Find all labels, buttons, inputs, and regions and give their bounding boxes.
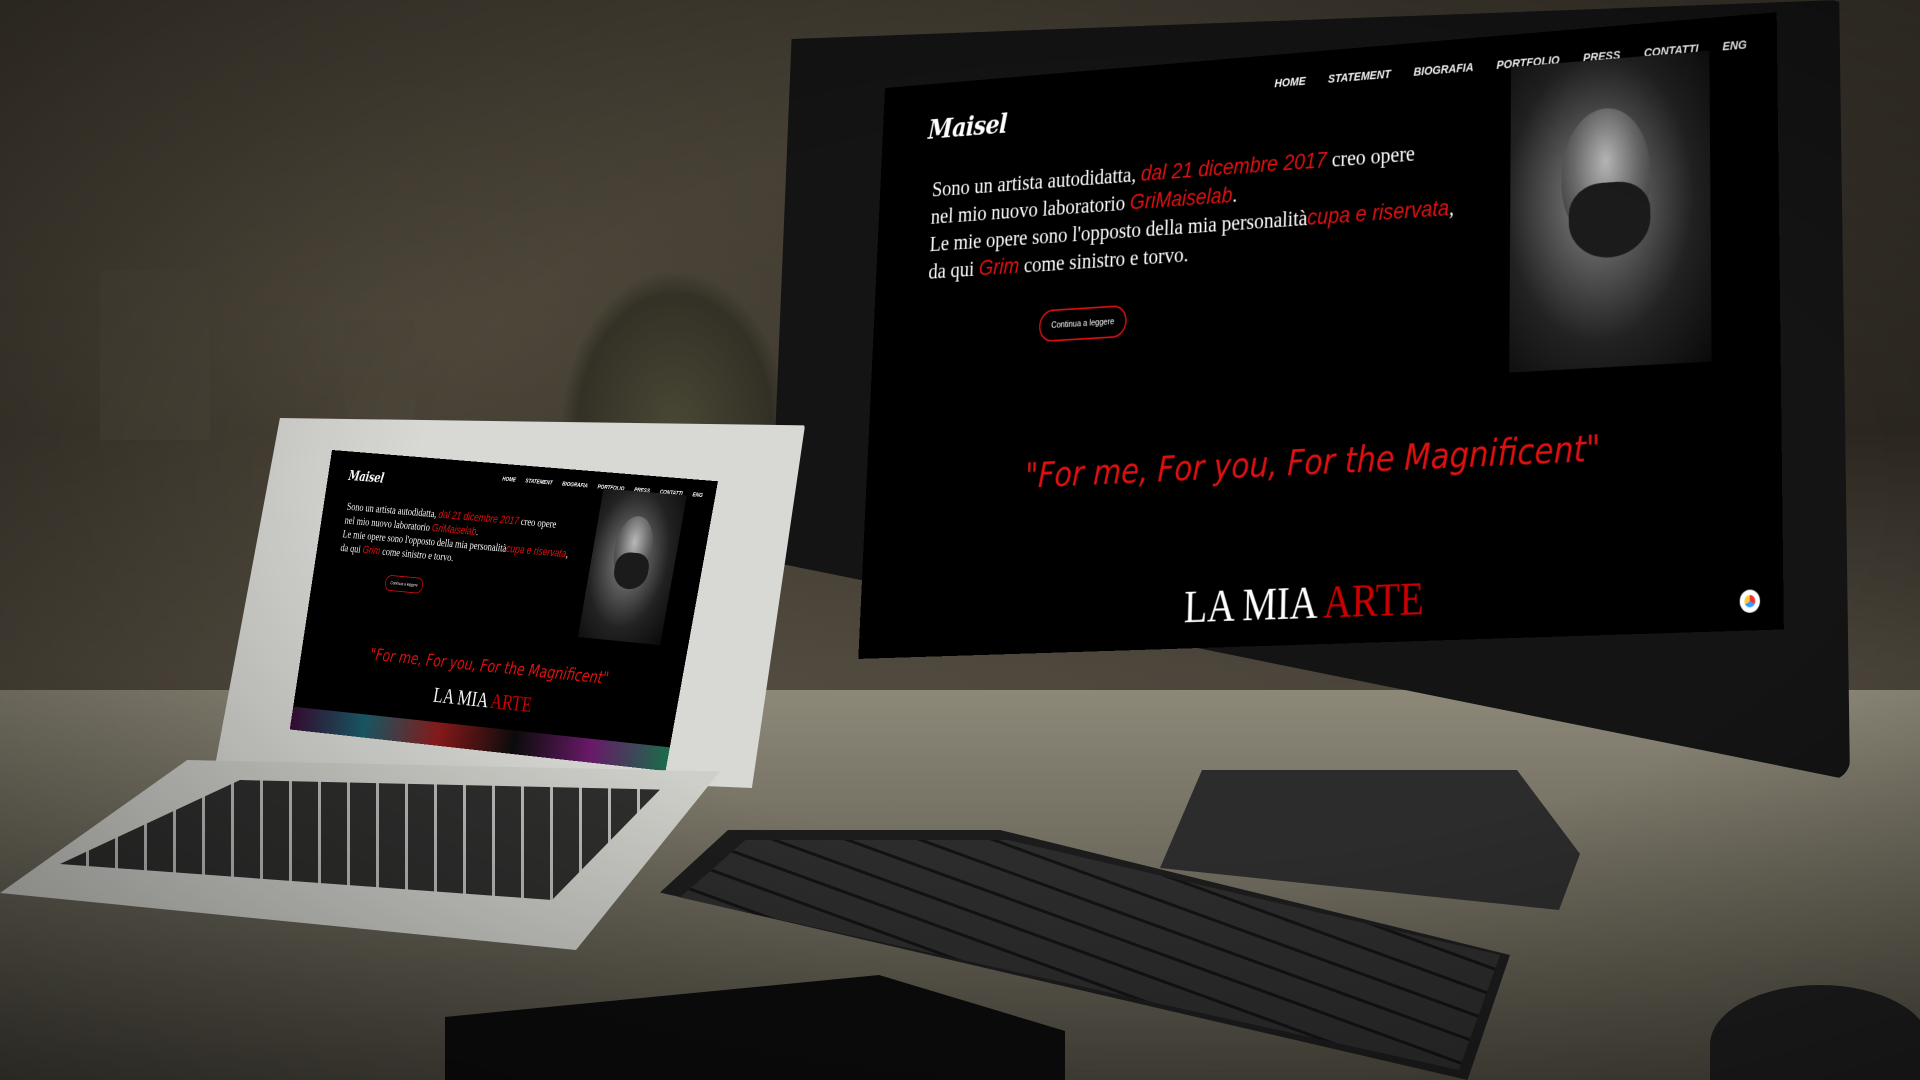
- intro-highlight: Grim: [361, 543, 382, 557]
- tagline-quote: "For me, For you, For the Magnificent": [1024, 427, 1601, 496]
- section-title-highlight: ARTE: [488, 688, 534, 717]
- nav-home[interactable]: HOME: [1274, 74, 1306, 90]
- intro-highlight: Grim: [978, 252, 1020, 281]
- portrait-beard: [1568, 179, 1651, 261]
- section-title: LA MIA ARTE: [859, 558, 1784, 644]
- nav-home[interactable]: HOME: [502, 475, 517, 483]
- section-title-part: LA MIA: [1183, 576, 1324, 633]
- intro-text: Sono un artista autodidatta, dal 21 dice…: [928, 133, 1496, 286]
- monitor-screen: HOME STATEMENT BIOGRAFIA PORTFOLIO PRESS…: [858, 12, 1784, 659]
- intro-text-part: da qui: [339, 541, 364, 556]
- intro-text-part: creo opere: [1326, 141, 1416, 173]
- continue-reading-button[interactable]: Continua a leggere: [383, 574, 425, 594]
- artist-portrait: [1509, 50, 1712, 373]
- nav-statement[interactable]: STATEMENT: [525, 477, 553, 486]
- section-title-part: LA MIA: [431, 682, 493, 713]
- intro-text-part: .: [1232, 182, 1238, 208]
- intro-text-part: ,: [1448, 195, 1455, 221]
- intro-text-part: creo opere: [517, 515, 558, 531]
- section-title-highlight: ARTE: [1322, 572, 1425, 628]
- site-logo[interactable]: Maisel: [928, 108, 1008, 145]
- wall-poster: [100, 270, 210, 440]
- intro-text-part: ,: [565, 547, 570, 561]
- site-logo[interactable]: Maisel: [347, 468, 385, 487]
- nav-biografia[interactable]: BIOGRAFIA: [562, 480, 589, 489]
- artist-portrait: [577, 488, 687, 646]
- nav-eng[interactable]: ENG: [1722, 38, 1747, 54]
- workspace-scene: HOME STATEMENT BIOGRAFIA PORTFOLIO PRESS…: [0, 0, 1920, 1080]
- wall-poster: [345, 320, 415, 430]
- nav-biografia[interactable]: BIOGRAFIA: [1413, 60, 1473, 79]
- intro-text: Sono un artista autodidatta, dal 21 dice…: [340, 499, 592, 576]
- nav-statement[interactable]: STATEMENT: [1328, 67, 1391, 86]
- continue-reading-button[interactable]: Continua a leggere: [1038, 304, 1128, 343]
- intro-text-part: .: [475, 525, 480, 539]
- nav-eng[interactable]: ENG: [692, 491, 703, 499]
- laptop-screen: HOME STATEMENT BIOGRAFIA PORTFOLIO PRESS…: [289, 450, 718, 771]
- intro-text-part: da qui: [927, 256, 980, 285]
